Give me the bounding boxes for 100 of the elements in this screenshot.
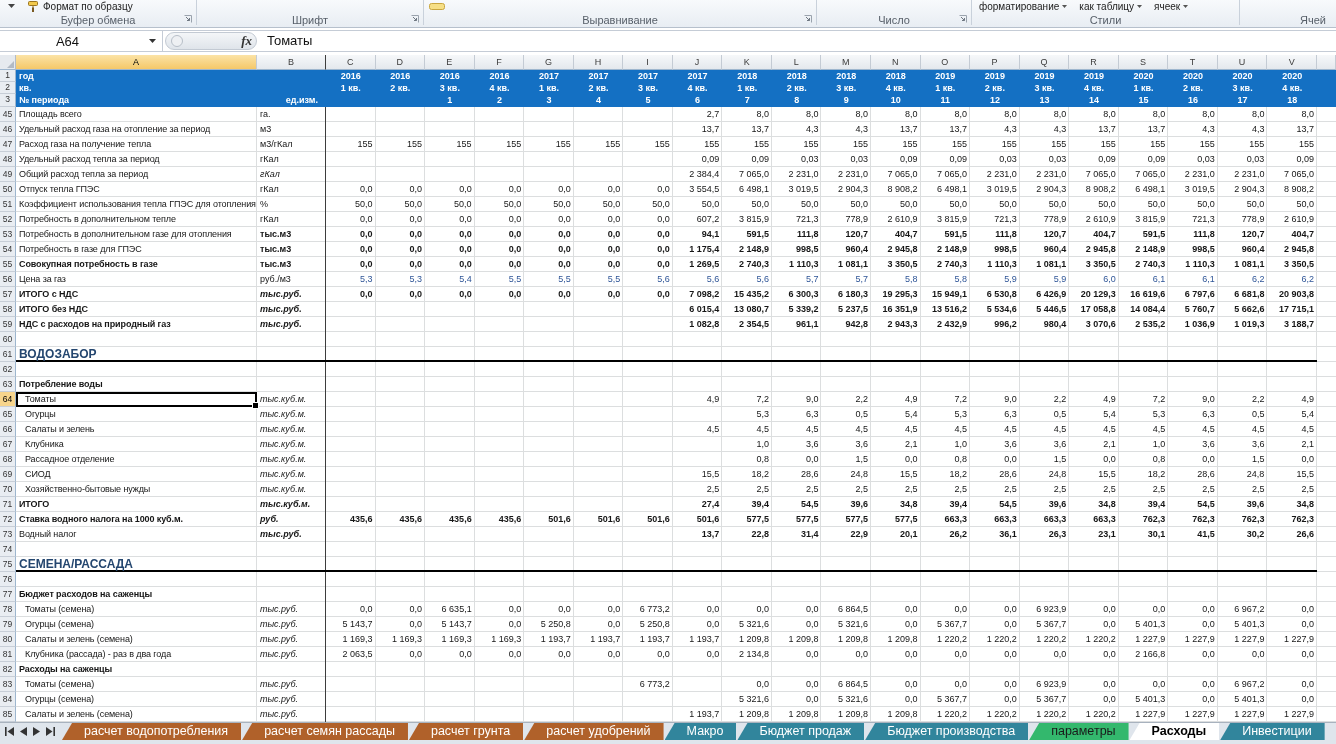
row-header[interactable]: 83 <box>0 677 16 692</box>
row-header[interactable]: 48 <box>0 152 16 167</box>
column-header[interactable]: O <box>920 55 971 70</box>
column-header[interactable]: H <box>573 55 624 70</box>
row-header[interactable]: 59 <box>0 317 16 332</box>
row-header[interactable]: 71 <box>0 497 16 512</box>
row-header[interactable]: 51 <box>0 197 16 212</box>
formula-field[interactable]: Томаты <box>259 31 1336 51</box>
column-header[interactable]: F <box>474 55 525 70</box>
row-header[interactable]: 1 <box>0 70 16 82</box>
row-header[interactable]: 75 <box>0 557 16 572</box>
row-header[interactable]: 61 <box>0 347 16 362</box>
column-header[interactable]: T <box>1168 55 1218 70</box>
row-header[interactable]: 49 <box>0 167 16 182</box>
sheet-tab[interactable]: Расходы <box>1129 723 1220 740</box>
column-header[interactable]: A <box>16 55 257 70</box>
row-header[interactable]: 45 <box>0 107 16 122</box>
row-header[interactable]: 80 <box>0 632 16 647</box>
column-header[interactable]: M <box>821 55 871 70</box>
row-header[interactable]: 57 <box>0 287 16 302</box>
column-header[interactable]: L <box>771 55 822 70</box>
row-header[interactable]: 52 <box>0 212 16 227</box>
row-header[interactable]: 64 <box>0 392 16 407</box>
column-header[interactable]: C <box>326 55 376 70</box>
row-header[interactable]: 81 <box>0 647 16 662</box>
column-header[interactable]: K <box>722 55 772 70</box>
sheet-tab[interactable]: Макро <box>664 723 737 740</box>
row-header[interactable]: 50 <box>0 182 16 197</box>
column-header[interactable]: Q <box>1019 55 1070 70</box>
active-cell[interactable]: Томаты <box>16 392 257 407</box>
table-cell-text: 13,7 <box>700 123 721 136</box>
ribbon-button[interactable]: как таблицу <box>1079 0 1143 12</box>
sheet-tab[interactable]: Бюджет производства <box>865 723 1029 740</box>
ribbon-button[interactable]: форматирование <box>979 0 1068 12</box>
row-header[interactable]: 2 <box>0 82 16 94</box>
row-header[interactable]: 76 <box>0 572 16 587</box>
column-header[interactable]: B <box>257 55 326 70</box>
column-header[interactable]: P <box>970 55 1020 70</box>
row-header[interactable]: 56 <box>0 272 16 287</box>
row-header[interactable]: 55 <box>0 257 16 272</box>
ribbon-button[interactable]: ячеек <box>1154 0 1189 12</box>
column-header[interactable]: I <box>623 55 673 70</box>
row-header[interactable]: 70 <box>0 482 16 497</box>
row-header[interactable]: 65 <box>0 407 16 422</box>
row-header[interactable]: 77 <box>0 587 16 602</box>
handle-icon[interactable] <box>171 35 183 47</box>
row-header[interactable]: 67 <box>0 437 16 452</box>
row-header[interactable]: 74 <box>0 542 16 557</box>
column-header[interactable]: U <box>1217 55 1268 70</box>
row-header[interactable]: 78 <box>0 602 16 617</box>
fill-handle-icon[interactable] <box>252 402 259 409</box>
row-header[interactable]: 47 <box>0 137 16 152</box>
column-header[interactable]: V <box>1267 55 1317 70</box>
sheet-tab[interactable]: расчет водопотребления <box>62 723 242 740</box>
caret-icon[interactable] <box>8 4 15 8</box>
row-header[interactable]: 3 <box>0 94 16 107</box>
row-header[interactable]: 69 <box>0 467 16 482</box>
sheet-tab[interactable]: расчет семян рассады <box>242 723 408 740</box>
row-header[interactable]: 73 <box>0 527 16 542</box>
caret-icon[interactable] <box>149 39 156 43</box>
dialog-launcher-icon[interactable] <box>959 15 967 23</box>
table-cell-text: 5,3 <box>953 408 969 421</box>
row-header[interactable]: 60 <box>0 332 16 347</box>
column-header[interactable]: J <box>672 55 723 70</box>
row-header[interactable]: 72 <box>0 512 16 527</box>
column-header[interactable]: R <box>1069 55 1119 70</box>
last-sheet-icon[interactable] <box>46 727 55 736</box>
next-sheet-icon[interactable] <box>33 727 40 736</box>
row-header[interactable]: 84 <box>0 692 16 707</box>
sheet-tab[interactable]: Бюджет продаж <box>737 723 865 740</box>
dialog-launcher-icon[interactable] <box>804 15 812 23</box>
column-header[interactable]: S <box>1118 55 1169 70</box>
row-header[interactable]: 68 <box>0 452 16 467</box>
row-header[interactable]: 53 <box>0 227 16 242</box>
row-header[interactable]: 54 <box>0 242 16 257</box>
tile-icon[interactable] <box>429 2 445 10</box>
row-header[interactable]: 82 <box>0 662 16 677</box>
table-cell-text: 0,0 <box>606 213 622 226</box>
column-header[interactable]: D <box>375 55 426 70</box>
dialog-launcher-icon[interactable] <box>411 15 419 23</box>
name-box[interactable]: A64 <box>0 31 163 51</box>
row-header[interactable]: 79 <box>0 617 16 632</box>
row-header[interactable]: 85 <box>0 707 16 722</box>
row-header[interactable]: 58 <box>0 302 16 317</box>
first-sheet-icon[interactable] <box>5 727 14 736</box>
sheet-tab[interactable]: параметры <box>1029 723 1129 740</box>
column-header[interactable]: N <box>871 55 921 70</box>
column-header[interactable]: E <box>425 55 475 70</box>
ribbon-button[interactable]: Формат по образцу <box>43 0 133 12</box>
row-header[interactable]: 62 <box>0 362 16 377</box>
sheet-tab[interactable]: расчет грунта <box>408 723 524 740</box>
sheet-tab[interactable]: Инвестиции <box>1220 723 1325 740</box>
sheet-tab[interactable]: расчет удобрений <box>524 723 664 740</box>
row-header[interactable]: 63 <box>0 377 16 392</box>
insert-function-button[interactable]: fx <box>241 33 252 49</box>
previous-sheet-icon[interactable] <box>20 727 27 736</box>
column-header[interactable]: G <box>524 55 574 70</box>
row-header[interactable]: 46 <box>0 122 16 137</box>
row-header[interactable]: 66 <box>0 422 16 437</box>
dialog-launcher-icon[interactable] <box>184 15 192 23</box>
